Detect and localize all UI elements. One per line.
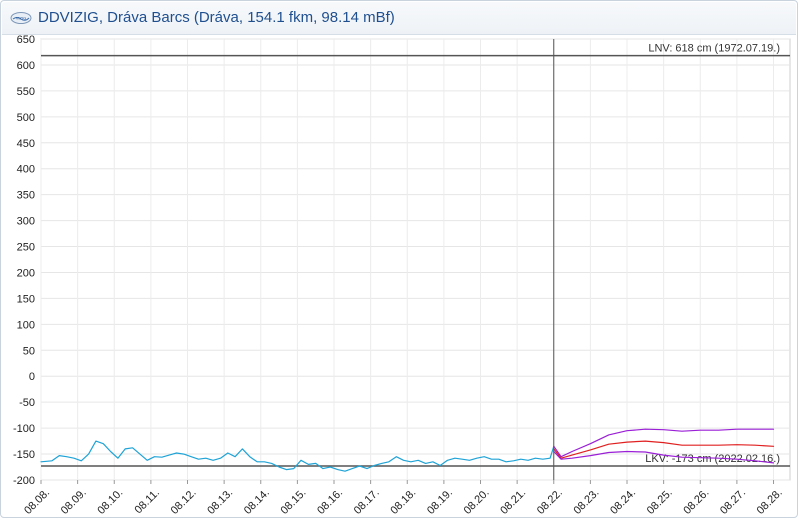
- x-tick-label: 08.17.: [352, 487, 382, 517]
- y-tick-label: 200: [17, 267, 35, 279]
- x-tick-label: 08.20.: [462, 487, 492, 517]
- y-axis: 650600550500450400350300250200150100500-…: [13, 34, 35, 487]
- water-level-chart: 650600550500450400350300250200150100500-…: [13, 34, 791, 517]
- x-tick-label: 08.19.: [425, 487, 455, 517]
- y-tick-label: 100: [17, 319, 35, 331]
- x-tick-label: 08.13.: [205, 487, 235, 517]
- x-tick-label: 08.21.: [498, 487, 528, 517]
- y-tick-label: -50: [19, 397, 35, 409]
- y-tick-label: 300: [17, 216, 35, 228]
- y-tick-label: 50: [23, 345, 35, 357]
- y-tick-label: -200: [13, 475, 35, 487]
- y-tick-label: 600: [17, 60, 35, 72]
- x-tick-label: 08.25.: [645, 487, 675, 517]
- x-tick-label: 08.08.: [22, 487, 52, 517]
- x-tick-label: 08.16.: [315, 487, 345, 517]
- reference-line-label: LNV: 618 cm (1972.07.19.): [648, 43, 780, 55]
- y-tick-label: 650: [17, 34, 35, 46]
- y-tick-label: 400: [17, 164, 35, 176]
- x-tick-label: 08.27.: [718, 487, 748, 517]
- x-tick-label: 08.15.: [278, 487, 308, 517]
- y-tick-label: 550: [17, 86, 35, 98]
- x-tick-label: 08.28.: [755, 487, 785, 517]
- y-tick-label: 500: [17, 112, 35, 124]
- x-tick-label: 08.26.: [681, 487, 711, 517]
- x-axis: 08.08. 08.09. 08.10. 08.11. 08.12. 08.13. 08.1…: [22, 480, 785, 517]
- x-tick-label: 08.10.: [95, 487, 125, 517]
- y-tick-label: -150: [13, 449, 35, 461]
- x-tick-label: 08.23.: [571, 487, 601, 517]
- x-tick-label: 08.18.: [388, 487, 418, 517]
- x-tick-label: 08.12.: [169, 487, 199, 517]
- y-tick-label: 350: [17, 190, 35, 202]
- y-tick-label: 150: [17, 293, 35, 305]
- x-tick-label: 08.11.: [133, 487, 163, 517]
- y-tick-label: 450: [17, 138, 35, 150]
- x-tick-label: 08.24.: [608, 487, 638, 517]
- x-tick-label: 08.09.: [59, 487, 89, 517]
- x-tick-label: 08.14.: [242, 487, 272, 517]
- y-tick-label: 250: [17, 242, 35, 254]
- y-tick-label: -100: [13, 423, 35, 435]
- grid: [40, 38, 791, 481]
- y-tick-label: 0: [29, 371, 35, 383]
- plot-frame: [40, 38, 791, 481]
- x-tick-label: 08.22.: [535, 487, 565, 517]
